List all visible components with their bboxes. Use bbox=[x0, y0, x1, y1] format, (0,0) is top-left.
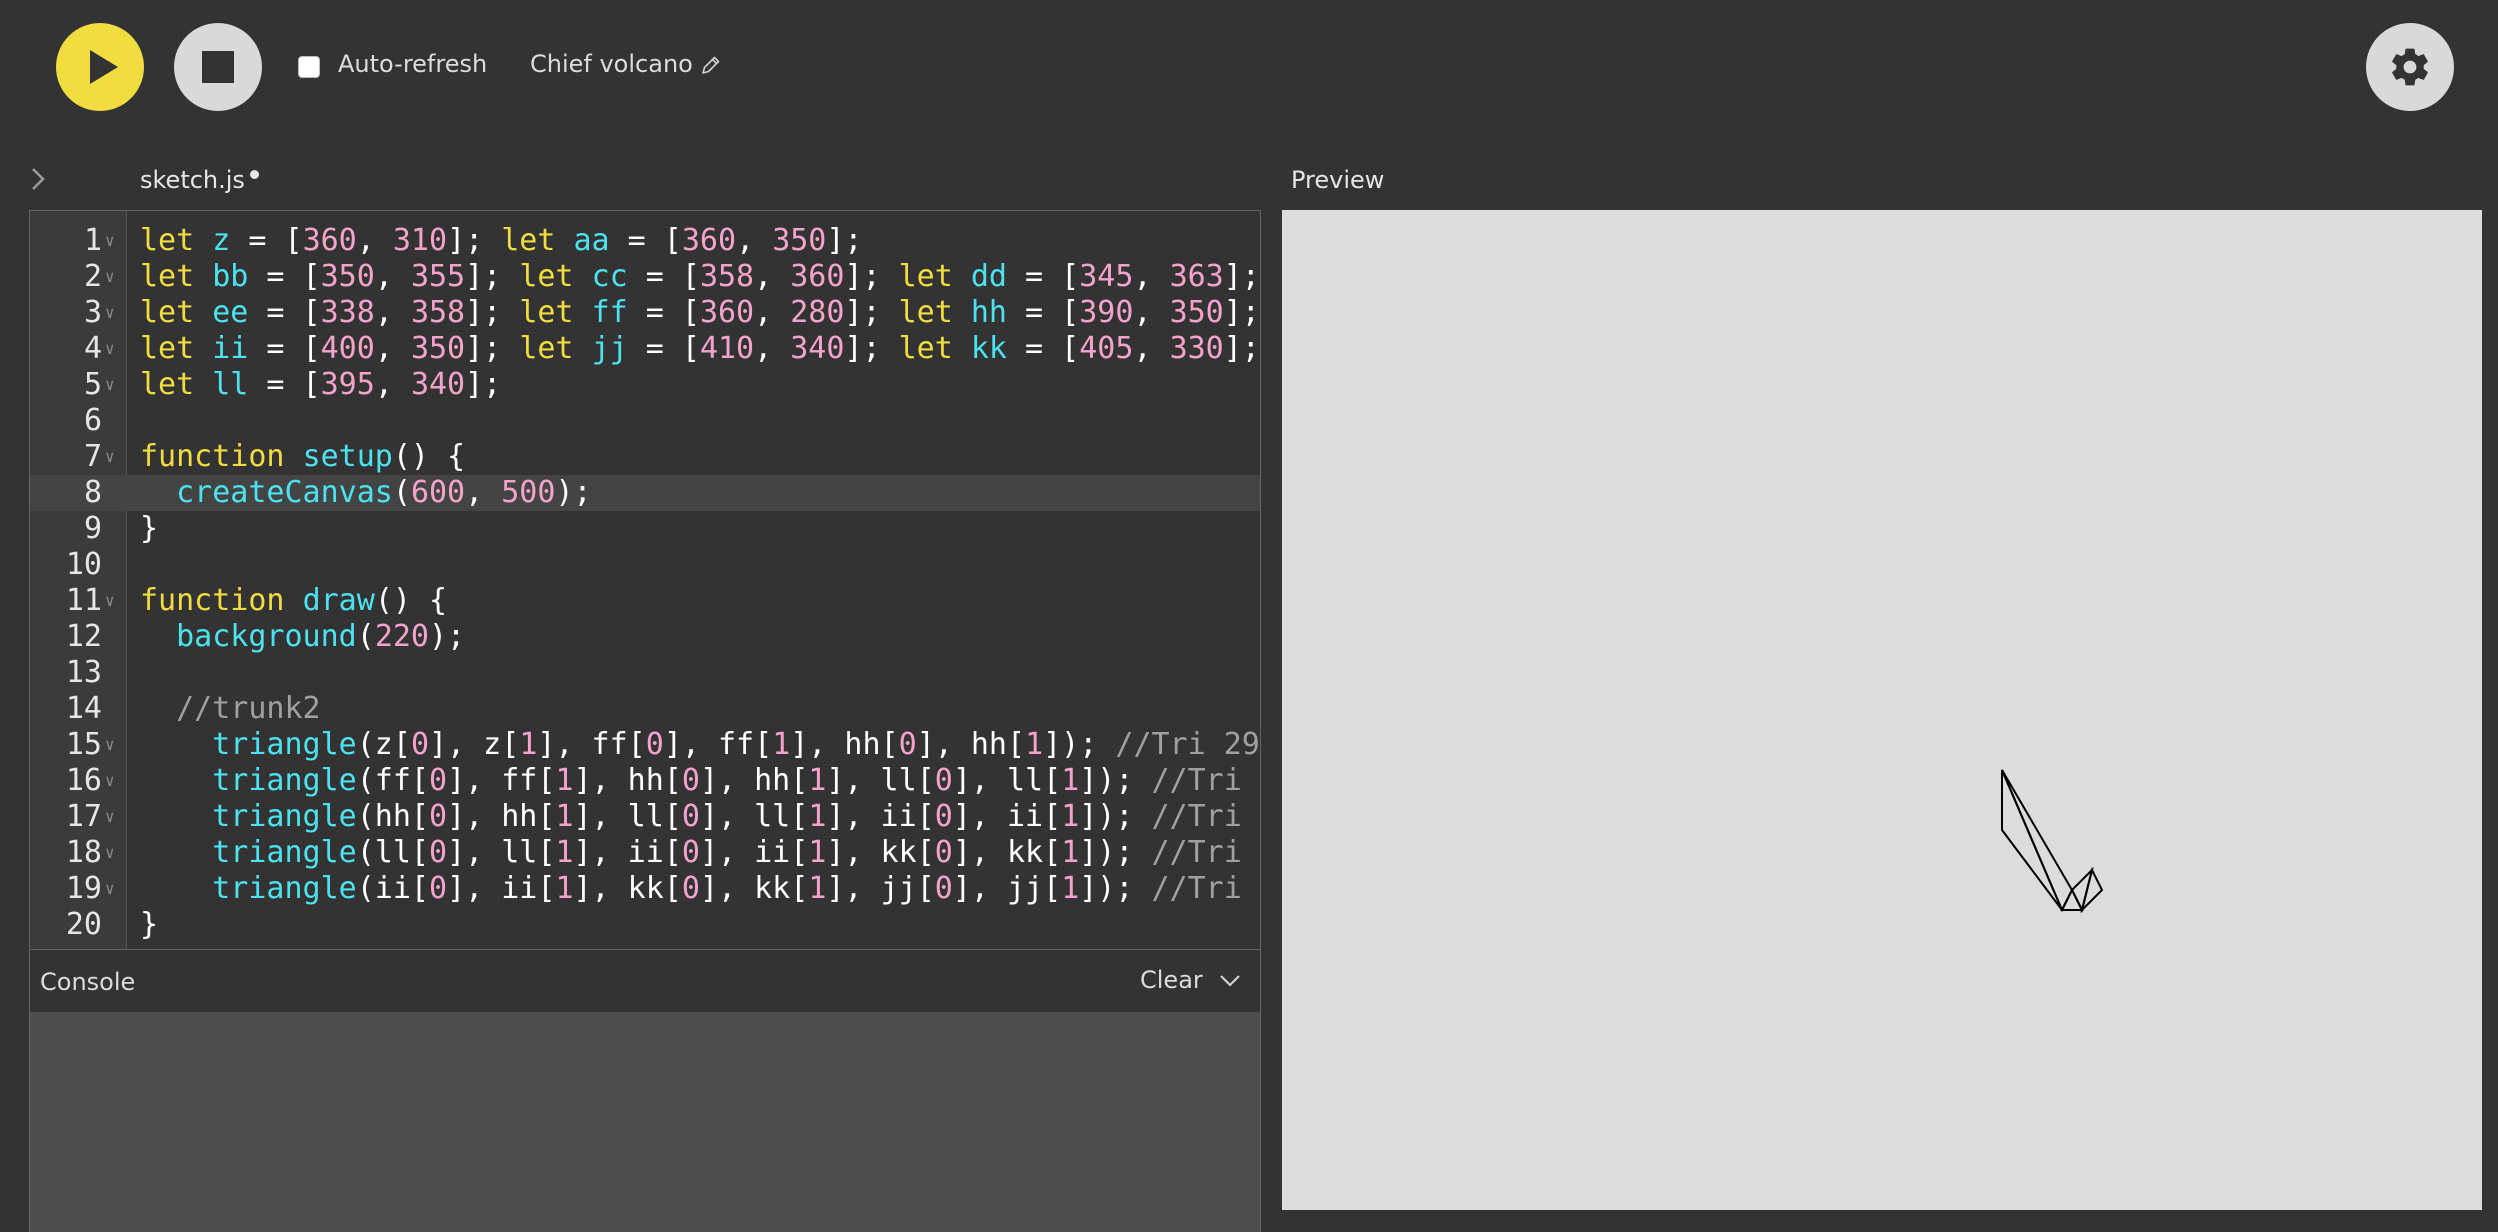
chevron-right-icon[interactable] bbox=[26, 164, 50, 194]
line-number: 17 bbox=[65, 799, 102, 834]
code-text: triangle(z[0], z[1], ff[0], ff[1], hh[0]… bbox=[212, 727, 1260, 762]
code-line[interactable]: 20} bbox=[30, 907, 1260, 943]
fold-chevron-icon[interactable]: ∨ bbox=[105, 763, 115, 799]
console-output bbox=[29, 1012, 1261, 1232]
code-text: background(220); bbox=[176, 619, 466, 654]
code-line[interactable]: 14 //trunk2 bbox=[30, 691, 1260, 727]
stop-icon bbox=[202, 51, 234, 83]
pencil-icon[interactable] bbox=[700, 54, 722, 76]
fold-chevron-icon[interactable]: ∨ bbox=[105, 871, 115, 907]
console-header: Console Clear bbox=[29, 950, 1261, 1012]
code-line[interactable]: 10 bbox=[30, 547, 1260, 583]
triangle-shape bbox=[2060, 887, 2084, 911]
chevron-down-icon[interactable] bbox=[1218, 972, 1242, 990]
fold-chevron-icon[interactable]: ∨ bbox=[105, 439, 115, 475]
settings-button[interactable] bbox=[2366, 23, 2454, 111]
line-number: 13 bbox=[65, 655, 102, 690]
code-text: //trunk2 bbox=[176, 691, 321, 726]
line-number: 2 bbox=[83, 259, 102, 294]
preview-title: Preview bbox=[1291, 166, 1385, 194]
file-tab-sketch[interactable]: sketch.js bbox=[140, 166, 245, 194]
fold-chevron-icon[interactable]: ∨ bbox=[105, 835, 115, 871]
fold-chevron-icon[interactable]: ∨ bbox=[105, 295, 115, 331]
code-line[interactable]: 17 ∨ triangle(hh[0], hh[1], ll[0], ll[1],… bbox=[30, 799, 1260, 835]
code-line[interactable]: 13 bbox=[30, 655, 1260, 691]
fold-chevron-icon[interactable]: ∨ bbox=[105, 583, 115, 619]
code-editor[interactable]: 1 ∨ let z = [360, 310]; let aa = [360, 350… bbox=[29, 210, 1261, 950]
line-number: 10 bbox=[65, 547, 102, 582]
line-number: 8 bbox=[83, 475, 102, 510]
code-text: createCanvas(600, 500); bbox=[176, 475, 592, 510]
fold-chevron-icon[interactable]: ∨ bbox=[105, 331, 115, 367]
line-number: 11 bbox=[65, 583, 102, 618]
toolbar: Auto-refresh Chief volcano bbox=[0, 0, 2498, 150]
code-text: let ee = [338, 358]; let ff = [360, 280]… bbox=[140, 295, 1260, 330]
code-line[interactable]: 9} bbox=[30, 511, 1260, 547]
auto-refresh-label[interactable]: Auto-refresh bbox=[338, 50, 487, 78]
line-number: 19 bbox=[65, 871, 102, 906]
code-text: triangle(hh[0], hh[1], ll[0], ll[1], ii[… bbox=[212, 799, 1260, 834]
fold-chevron-icon[interactable]: ∨ bbox=[105, 259, 115, 295]
code-text: triangle(ff[0], ff[1], hh[0], hh[1], ll[… bbox=[212, 763, 1260, 798]
preview-canvas[interactable] bbox=[1282, 210, 2482, 1210]
code-line[interactable]: 19 ∨ triangle(ii[0], ii[1], kk[0], kk[1],… bbox=[30, 871, 1260, 907]
code-line[interactable]: 11 ∨ function draw() { bbox=[30, 583, 1260, 619]
sketch-drawing bbox=[2001, 769, 2104, 914]
code-line[interactable]: 15 ∨ triangle(z[0], z[1], ff[0], ff[1], h… bbox=[30, 727, 1260, 763]
line-number: 16 bbox=[65, 763, 102, 798]
console-title: Console bbox=[40, 968, 136, 996]
line-number: 18 bbox=[65, 835, 102, 870]
line-number: 7 bbox=[83, 439, 102, 474]
play-icon bbox=[90, 50, 118, 84]
code-line[interactable]: 5 ∨ let ll = [395, 340]; bbox=[30, 367, 1260, 403]
line-number: 20 bbox=[65, 907, 102, 942]
line-number: 5 bbox=[83, 367, 102, 402]
code-line[interactable]: 2 ∨ let bb = [350, 355]; let cc = [358, 36… bbox=[30, 259, 1260, 295]
code-text: let ll = [395, 340]; bbox=[140, 367, 502, 402]
fold-chevron-icon[interactable]: ∨ bbox=[105, 367, 115, 403]
code-text: triangle(ii[0], ii[1], kk[0], kk[1], jj[… bbox=[212, 871, 1260, 906]
gear-icon bbox=[2392, 48, 2428, 86]
code-line[interactable]: 3 ∨ let ee = [338, 358]; let ff = [360, 28… bbox=[30, 295, 1260, 331]
code-line[interactable]: 16 ∨ triangle(ff[0], ff[1], hh[0], hh[1],… bbox=[30, 763, 1260, 799]
code-text: let z = [360, 310]; let aa = [360, 350]; bbox=[140, 223, 863, 258]
code-line[interactable]: 1 ∨ let z = [360, 310]; let aa = [360, 350… bbox=[30, 223, 1260, 259]
line-number: 4 bbox=[83, 331, 102, 366]
play-button[interactable] bbox=[56, 23, 144, 111]
code-text: triangle(ll[0], ll[1], ii[0], ii[1], kk[… bbox=[212, 835, 1260, 870]
code-text: let ii = [400, 350]; let jj = [410, 340]… bbox=[140, 331, 1260, 366]
sketch-name[interactable]: Chief volcano bbox=[530, 50, 693, 78]
line-number: 9 bbox=[83, 511, 102, 546]
fold-chevron-icon[interactable]: ∨ bbox=[105, 223, 115, 259]
line-number: 1 bbox=[83, 223, 102, 258]
code-line[interactable]: 18 ∨ triangle(ll[0], ll[1], ii[0], ii[1],… bbox=[30, 835, 1260, 871]
line-number: 6 bbox=[83, 403, 102, 438]
code-text: function setup() { bbox=[140, 439, 466, 474]
code-text: } bbox=[140, 907, 159, 942]
code-text: } bbox=[140, 511, 159, 546]
stop-button[interactable] bbox=[174, 23, 262, 111]
unsaved-indicator bbox=[250, 170, 259, 179]
code-lines: 1 ∨ let z = [360, 310]; let aa = [360, 350… bbox=[30, 223, 1260, 943]
code-line[interactable]: 8 createCanvas(600, 500); bbox=[30, 475, 1260, 511]
code-line[interactable]: 12 background(220); bbox=[30, 619, 1260, 655]
code-line[interactable]: 6 bbox=[30, 403, 1260, 439]
line-number: 15 bbox=[65, 727, 102, 762]
clear-console-button[interactable]: Clear bbox=[1140, 966, 1203, 994]
code-text: function draw() { bbox=[140, 583, 448, 618]
line-number: 12 bbox=[65, 619, 102, 654]
fold-chevron-icon[interactable]: ∨ bbox=[105, 727, 115, 763]
triangle-shape bbox=[2001, 769, 2074, 913]
fold-chevron-icon[interactable]: ∨ bbox=[105, 799, 115, 835]
code-line[interactable]: 4 ∨ let ii = [400, 350]; let jj = [410, 34… bbox=[30, 331, 1260, 367]
line-number: 14 bbox=[65, 691, 102, 726]
code-text: let bb = [350, 355]; let cc = [358, 360]… bbox=[140, 259, 1260, 294]
auto-refresh-checkbox[interactable] bbox=[298, 56, 320, 78]
code-line[interactable]: 7 ∨ function setup() { bbox=[30, 439, 1260, 475]
line-number: 3 bbox=[83, 295, 102, 330]
